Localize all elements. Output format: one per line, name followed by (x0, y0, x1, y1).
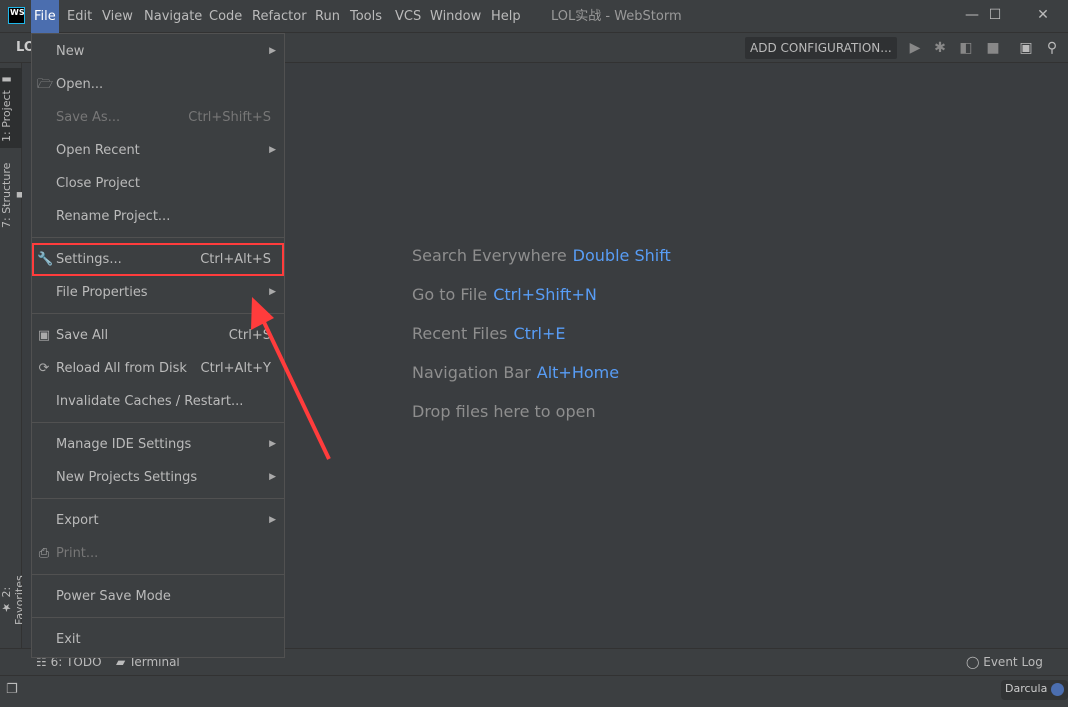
red-arrow-annotation (251, 297, 331, 460)
arrow-shaft (260, 317, 331, 460)
arrow-head (251, 297, 274, 330)
